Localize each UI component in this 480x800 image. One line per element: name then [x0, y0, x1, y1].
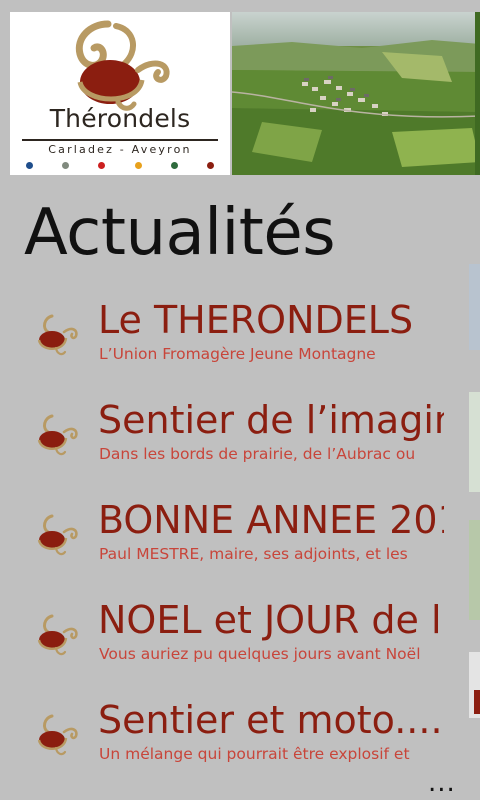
list-item[interactable]: Sentier et moto.... Un mélange qui pourr…: [0, 690, 444, 786]
color-dot: [98, 162, 106, 169]
color-dot: [62, 162, 70, 169]
therondels-logo: Thérondels Carladez - Aveyron: [10, 12, 230, 175]
therondels-emblem-icon: [37, 614, 78, 656]
color-dot: [206, 162, 214, 169]
page-title: Actualités: [24, 196, 336, 270]
news-subtitle: Vous auriez pu quelques jours avant Noël: [99, 645, 421, 663]
more-options-button[interactable]: ...: [428, 768, 456, 798]
next-panel-accent: [474, 690, 480, 714]
news-subtitle: Dans les bords de prairie, de l’Aubrac o…: [99, 445, 416, 463]
color-dot: [134, 162, 142, 169]
village-aerial-photo: [232, 12, 480, 175]
therondels-emblem-icon: [37, 314, 78, 356]
news-title: BONNE ANNEE 2014: [98, 498, 444, 542]
news-subtitle: L’Union Fromagère Jeune Montagne: [99, 345, 376, 363]
list-item[interactable]: Sentier de l’imaginaire Dans les bords d…: [0, 390, 444, 486]
news-subtitle: Un mélange qui pourrait être explosif et: [99, 745, 410, 763]
news-title: Sentier et moto....: [98, 698, 443, 742]
list-item[interactable]: BONNE ANNEE 2014 Paul MESTRE, maire, ses…: [0, 490, 444, 586]
logo-emblem-icon: [75, 20, 170, 111]
next-panel-tile[interactable]: [469, 520, 480, 620]
next-panel-tile[interactable]: [469, 392, 480, 492]
logo-color-dots: [22, 162, 218, 169]
news-title: Le THERONDELS: [98, 298, 414, 342]
news-title: NOEL et JOUR de l’AN: [98, 598, 444, 642]
therondels-emblem-icon: [37, 414, 78, 456]
news-subtitle: Paul MESTRE, maire, ses adjoints, et les: [99, 545, 408, 563]
list-item[interactable]: Le THERONDELS L’Union Fromagère Jeune Mo…: [0, 290, 444, 386]
logo-subtitle: Carladez - Aveyron: [48, 143, 192, 156]
therondels-emblem-icon: [37, 714, 78, 756]
color-dot: [26, 162, 33, 169]
header-banner: Thérondels Carladez - Aveyron: [10, 12, 480, 175]
therondels-emblem-icon: [37, 514, 78, 556]
next-panel-tile[interactable]: [469, 264, 480, 350]
logo-name: Thérondels: [49, 104, 191, 133]
logo-divider: [22, 139, 218, 141]
color-dot: [170, 162, 178, 169]
news-title: Sentier de l’imaginaire: [98, 398, 444, 442]
list-item[interactable]: NOEL et JOUR de l’AN Vous auriez pu quel…: [0, 590, 444, 686]
